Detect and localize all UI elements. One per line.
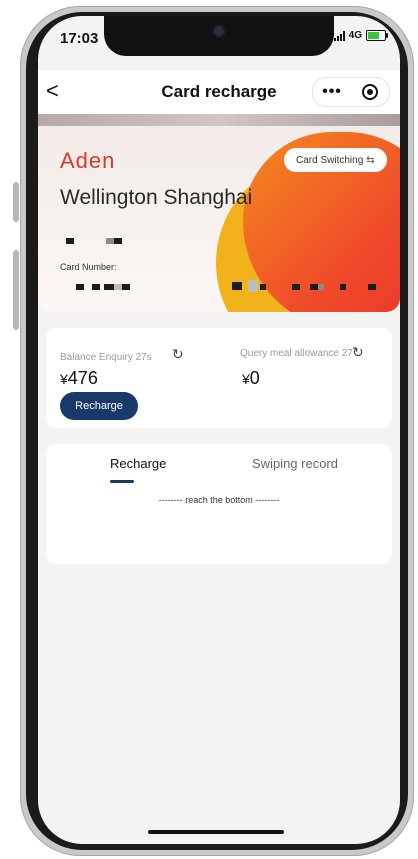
masked-card-number — [318, 284, 324, 290]
refresh-icon[interactable]: ↻ — [172, 346, 184, 363]
phone-volume-button — [13, 250, 19, 330]
masked-card-number — [232, 282, 242, 290]
masked-card-number — [114, 284, 122, 290]
currency-symbol: ¥ — [242, 371, 250, 387]
card-switching-button[interactable]: Card Switching ⇆ — [284, 148, 387, 172]
status-time: 17:03 — [60, 30, 99, 47]
signal-icon — [333, 30, 345, 41]
masked-card-number — [340, 284, 346, 290]
masked-card-number — [310, 284, 318, 290]
meal-allowance-amount: 0 — [249, 368, 260, 388]
battery-icon — [366, 30, 388, 41]
masked-name-part — [66, 238, 74, 244]
phone-screen: 17:03 4G < Card recharge ••• Aden Wellin… — [38, 16, 400, 844]
target-icon — [362, 84, 378, 100]
masked-card-number — [248, 280, 258, 292]
brand-logo: Aden — [60, 148, 116, 173]
home-indicator[interactable] — [148, 830, 284, 834]
records-panel: Recharge Swiping record -------- reach t… — [46, 444, 392, 564]
masked-name-part — [114, 238, 122, 244]
masked-card-number — [76, 284, 84, 290]
masked-card-number — [122, 284, 130, 290]
membership-card: Aden Wellington Shanghai Card Switching … — [38, 114, 400, 312]
camera-icon — [214, 26, 224, 36]
card-top-band — [38, 114, 400, 126]
balance-enquiry-label: Balance Enquiry 27s — [60, 352, 152, 363]
masked-name-part — [106, 238, 114, 244]
list-end-note: -------- reach the bottom -------- — [158, 495, 280, 505]
phone-mute-switch — [13, 182, 19, 222]
swap-arrows-icon: ⇆ — [366, 154, 375, 166]
navbar: < Card recharge ••• — [38, 70, 400, 114]
card-number-label: Card Number: — [60, 262, 117, 272]
mini-program-capsule: ••• — [312, 77, 390, 107]
recharge-button[interactable]: Recharge — [60, 392, 138, 420]
currency-symbol: ¥ — [60, 371, 68, 387]
active-tab-indicator — [110, 480, 134, 483]
meal-allowance-label: Query meal allowance 27 — [240, 348, 353, 359]
meal-allowance-value: ¥0 — [242, 368, 260, 389]
venue-name: Wellington Shanghai — [60, 186, 253, 209]
network-type: 4G — [348, 30, 362, 41]
notch — [104, 16, 334, 56]
tab-swiping-record[interactable]: Swiping record — [252, 456, 338, 471]
balance-value: ¥476 — [60, 368, 98, 389]
masked-card-number — [260, 284, 266, 290]
masked-card-number — [92, 284, 100, 290]
status-bar-right: 4G — [333, 30, 388, 41]
masked-card-number — [104, 284, 114, 290]
tab-recharge[interactable]: Recharge — [110, 456, 166, 471]
balance-amount: 476 — [67, 368, 98, 388]
balance-panel: Balance Enquiry 27s ↻ ¥476 Recharge Quer… — [46, 328, 392, 428]
card-switching-label: Card Switching — [296, 154, 364, 166]
masked-card-number — [368, 284, 376, 290]
more-dots-icon[interactable]: ••• — [313, 83, 351, 101]
refresh-icon[interactable]: ↻ — [352, 344, 364, 361]
masked-card-number — [292, 284, 300, 290]
close-target-button[interactable] — [351, 84, 389, 100]
